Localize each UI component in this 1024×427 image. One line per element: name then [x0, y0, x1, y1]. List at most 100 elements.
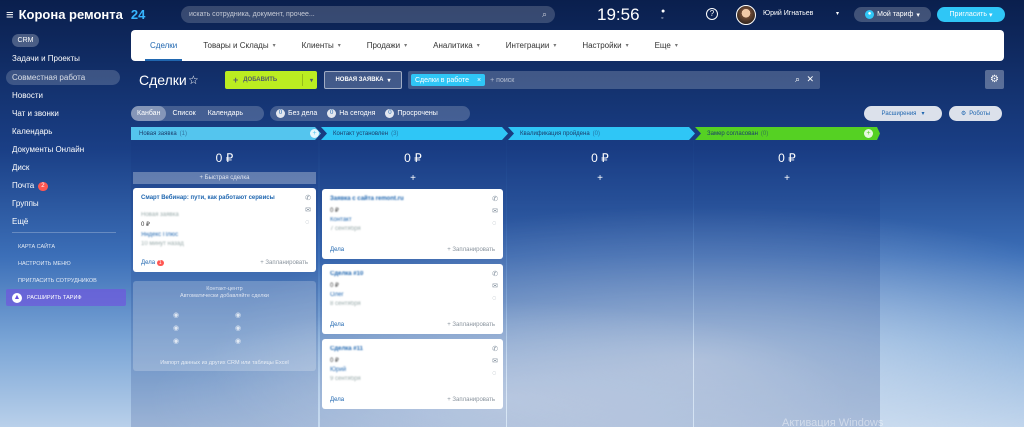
expand-tariff-button[interactable]: ▲ Расширить тариф	[6, 289, 126, 306]
add-deal-plus-icon[interactable]: +	[507, 173, 693, 184]
counter-overdue[interactable]: 0 Просрочены	[385, 109, 438, 118]
schedule-link[interactable]: + Запланировать	[447, 322, 495, 328]
quick-deal-button[interactable]: + Быстрая сделка	[133, 172, 316, 184]
phone-icon[interactable]: ✆	[492, 269, 498, 280]
deal-card[interactable]: Сделка #11 0 ₽ Юрий 9 сентября ✆ ✉ ◌ Дела +…	[322, 339, 503, 409]
mail-icon[interactable]: ✉	[492, 206, 498, 217]
sidebar-item-groups[interactable]: Группы	[12, 199, 39, 208]
activities-link[interactable]: Дела	[330, 397, 344, 403]
chevron-down-icon[interactable]: ▾	[836, 10, 839, 17]
add-deal-plus-icon[interactable]: +	[694, 173, 880, 184]
new-request-button[interactable]: НОВАЯ ЗАЯВКА ▾	[324, 71, 402, 89]
deal-card-title[interactable]: Заявка с сайта remont.ru	[330, 196, 480, 203]
chat-icon[interactable]: ◌	[492, 218, 498, 229]
channel-icons-right[interactable]: ◉ ◉ ◉	[235, 309, 241, 348]
deal-card-contact[interactable]: Юрий	[330, 367, 346, 373]
add-deal-button[interactable]: + ДОБАВИТЬ ▾	[225, 71, 317, 89]
chat-icon[interactable]: ◌	[492, 368, 498, 379]
tab-settings[interactable]: Настройки ▾	[569, 30, 641, 61]
search-icon[interactable]: ⌕	[542, 9, 547, 20]
activities-link[interactable]: Дела	[330, 247, 344, 253]
sidebar-item-disk[interactable]: Диск	[12, 163, 29, 172]
sidebar-item-crm[interactable]: CRM	[12, 34, 39, 47]
deal-card-company[interactable]: Яндекс Плюс	[141, 232, 178, 238]
chevron-down-icon[interactable]: ▾	[310, 77, 313, 84]
deal-card-footer: Дела + Запланировать	[330, 397, 495, 403]
deal-card-title[interactable]: Сделка #11	[330, 346, 480, 353]
clock[interactable]: 19:56	[597, 5, 640, 25]
avatar[interactable]	[736, 5, 756, 25]
sidebar-item-collab[interactable]: Совместная работа	[12, 73, 85, 82]
favorite-star-icon[interactable]: ☆	[188, 73, 199, 87]
tab-list[interactable]: Список	[166, 106, 201, 121]
tab-sales[interactable]: Продажи ▾	[354, 30, 420, 61]
activities-link[interactable]: Дела 1	[141, 260, 164, 266]
clear-icon[interactable]: ✕	[806, 74, 814, 85]
my-tariff-button[interactable]: ● Мой тариф ▾	[854, 7, 931, 22]
column-title-qualified[interactable]: Квалификация пройдена (0)	[514, 127, 689, 140]
add-stage-icon[interactable]: +	[310, 129, 319, 138]
sidebar-item-calendar[interactable]: Календарь	[12, 127, 52, 136]
sidebar-item-chat[interactable]: Чат и звонки	[12, 109, 59, 118]
sidebar-item-mail[interactable]: Почта 2	[12, 181, 48, 191]
extensions-button[interactable]: Расширения ▾	[864, 106, 942, 121]
mail-icon[interactable]: ✉	[492, 281, 498, 292]
gear-icon[interactable]: ⚙	[985, 70, 1004, 89]
portal-name[interactable]: Корона ремонта	[19, 7, 123, 22]
tab-kanban[interactable]: Канбан	[131, 106, 167, 121]
chat-icon[interactable]: ◌	[305, 217, 311, 228]
sidebar-link-invite[interactable]: Пригласить сотрудников	[18, 278, 97, 284]
add-deal-plus-icon[interactable]: +	[320, 173, 506, 184]
deal-card[interactable]: Смарт Вебинар: пути, как работают сервис…	[133, 188, 316, 272]
schedule-link[interactable]: + Запланировать	[260, 260, 308, 266]
deal-card-contact[interactable]: Олег	[330, 292, 344, 298]
tab-deals[interactable]: Сделки	[137, 30, 190, 61]
schedule-link[interactable]: + Запланировать	[447, 247, 495, 253]
close-icon[interactable]: ×	[477, 77, 481, 84]
tab-calendar[interactable]: Календарь	[202, 106, 249, 121]
sidebar-link-sitemap[interactable]: Карта сайта	[18, 244, 55, 250]
channel-icons-left[interactable]: ◉ ◉ ◉	[173, 309, 179, 348]
menu-burger-icon[interactable]: ≡	[6, 8, 14, 21]
tab-products[interactable]: Товары и Склады ▾	[190, 30, 288, 61]
help-icon[interactable]: ?	[706, 8, 718, 20]
filter-search-input[interactable]: Сделки в работе × + поиск ⌕ ✕	[408, 71, 820, 89]
invite-button[interactable]: Пригласить ▾	[937, 7, 1005, 22]
tab-analytics[interactable]: Аналитика ▾	[420, 30, 493, 61]
counter-today[interactable]: 0 На сегодня	[327, 109, 375, 118]
activities-link[interactable]: Дела	[330, 322, 344, 328]
search-icon[interactable]: ⌕	[795, 74, 800, 85]
tab-analytics-label: Аналитика	[433, 41, 473, 50]
phone-icon[interactable]: ✆	[305, 193, 311, 204]
column-sum: 0 ₽	[778, 151, 796, 165]
sidebar-item-documents[interactable]: Документы Онлайн	[12, 145, 84, 154]
deal-card[interactable]: Сделка #10 0 ₽ Олег 8 сентября ✆ ✉ ◌ Дела +…	[322, 264, 503, 334]
phone-icon[interactable]: ✆	[492, 194, 498, 205]
counter-no-activity[interactable]: 0 Без дела	[276, 109, 317, 118]
column-title-measure[interactable]: Замер согласован (0)	[701, 127, 877, 140]
add-stage-icon[interactable]: +	[864, 129, 873, 138]
sidebar-item-tasks[interactable]: Задачи и Проекты	[12, 54, 80, 63]
schedule-link[interactable]: + Запланировать	[447, 397, 495, 403]
tab-more[interactable]: Еще ▾	[642, 30, 691, 61]
import-link[interactable]: Импорт данных из других CRM или таблицы …	[137, 360, 312, 366]
mail-icon[interactable]: ✉	[492, 356, 498, 367]
sidebar-item-news[interactable]: Новости	[12, 91, 43, 100]
column-title-contact[interactable]: Контакт установлен (3)	[327, 127, 502, 140]
deal-card-title[interactable]: Смарт Вебинар: пути, как работают сервис…	[141, 195, 291, 202]
sidebar-link-configure-menu[interactable]: Настроить меню	[18, 261, 71, 267]
user-name[interactable]: Юрий Игнатьев	[763, 10, 813, 17]
chat-icon[interactable]: ◌	[492, 293, 498, 304]
column-title-new[interactable]: Новая заявка (1)	[133, 127, 315, 140]
deal-card-title[interactable]: Сделка #10	[330, 271, 480, 278]
filter-chip[interactable]: Сделки в работе ×	[411, 74, 486, 86]
deal-card-contact[interactable]: Контакт	[330, 217, 352, 223]
global-search-input[interactable]: искать сотрудника, документ, прочее... ⌕	[181, 6, 555, 23]
tab-integrations[interactable]: Интеграции ▾	[493, 30, 570, 61]
tab-clients[interactable]: Клиенты ▾	[289, 30, 354, 61]
robots-button[interactable]: ⚙ Роботы	[949, 106, 1002, 121]
phone-icon[interactable]: ✆	[492, 344, 498, 355]
mail-icon[interactable]: ✉	[305, 205, 311, 216]
deal-card[interactable]: Заявка с сайта remont.ru 0 ₽ Контакт 7 с…	[322, 189, 503, 259]
sidebar-item-more[interactable]: Ещё	[12, 217, 28, 226]
